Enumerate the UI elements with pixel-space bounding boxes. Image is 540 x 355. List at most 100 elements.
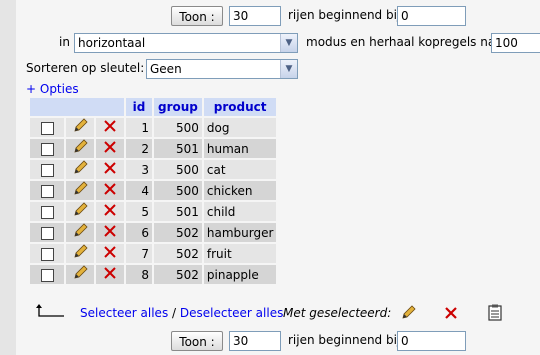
row-checkbox-cell (30, 223, 64, 242)
sort-key-value: Geen (150, 62, 182, 76)
delete-cell (96, 265, 124, 284)
cell-group: 501 (154, 202, 202, 221)
cell-id: 1 (126, 118, 152, 137)
repeat-headers-input[interactable]: 100 (491, 33, 540, 53)
row-checkbox[interactable] (40, 268, 54, 282)
edit-cell (66, 265, 94, 284)
column-header-group[interactable]: group (154, 98, 202, 116)
delete-icon[interactable] (103, 140, 117, 157)
sort-key-select[interactable]: Geen ▼ (146, 59, 298, 79)
table-row[interactable]: 1 500 dog (30, 118, 277, 137)
rows-start-label-top: rijen beginnend bij (288, 8, 401, 22)
delete-icon[interactable] (103, 245, 117, 262)
edit-cell (66, 202, 94, 221)
bulk-select-links: Selecteer alles / Deselecteer alles (80, 303, 283, 323)
table-row[interactable]: 4 500 chicken (30, 181, 277, 200)
row-checkbox-cell (30, 244, 64, 263)
bulk-edit-pencil-icon[interactable] (400, 305, 416, 321)
repeat-headers-label: modus en herhaal kopregels na (306, 35, 496, 49)
edit-cell (66, 181, 94, 200)
edit-pencil-icon[interactable] (72, 223, 88, 242)
table-row[interactable]: 3 500 cat (30, 160, 277, 179)
chevron-down-icon[interactable]: ▼ (280, 34, 297, 52)
cell-group: 501 (154, 139, 202, 158)
start-row-input-bottom[interactable]: 0 (397, 331, 466, 351)
cell-group: 502 (154, 265, 202, 284)
table-row[interactable]: 7 502 fruit (30, 244, 277, 263)
cell-id: 2 (126, 139, 152, 158)
cell-product: child (203, 202, 277, 221)
left-sidebar-edge (0, 0, 16, 355)
row-checkbox-cell (30, 202, 64, 221)
row-checkbox-cell (30, 265, 64, 284)
table-row[interactable]: 6 502 hamburger (30, 223, 277, 242)
edit-pencil-icon[interactable] (72, 202, 88, 221)
delete-icon[interactable] (103, 224, 117, 241)
deselect-all-link[interactable]: Deselecteer alles (180, 306, 283, 320)
select-separator: / (168, 306, 180, 320)
cell-group: 502 (154, 244, 202, 263)
row-checkbox[interactable] (40, 184, 54, 198)
edit-pencil-icon[interactable] (72, 118, 88, 137)
column-header-product[interactable]: product (203, 98, 277, 116)
rows-count-input-top[interactable]: 30 (229, 6, 281, 26)
delete-cell (96, 118, 124, 137)
delete-icon[interactable] (103, 161, 117, 178)
edit-cell (66, 244, 94, 263)
edit-pencil-icon[interactable] (72, 181, 88, 200)
chevron-down-icon[interactable]: ▼ (280, 60, 297, 78)
export-clipboard-icon[interactable] (487, 304, 503, 321)
delete-icon[interactable] (103, 119, 117, 136)
sort-key-label: Sorteren op sleutel: (26, 61, 145, 75)
arrow-up-left-icon (36, 304, 64, 317)
cell-id: 5 (126, 202, 152, 221)
cell-product: pinapple (203, 265, 277, 284)
cell-product: human (203, 139, 277, 158)
row-checkbox[interactable] (40, 163, 54, 177)
cell-id: 4 (126, 181, 152, 200)
with-selected-label: Met geselecteerd: (283, 306, 392, 320)
row-checkbox[interactable] (40, 226, 54, 240)
edit-cell (66, 118, 94, 137)
row-checkbox[interactable] (40, 142, 54, 156)
row-checkbox[interactable] (40, 247, 54, 261)
cell-product: chicken (203, 181, 277, 200)
select-all-link[interactable]: Selecteer alles (80, 306, 168, 320)
delete-cell (96, 202, 124, 221)
delete-cell (96, 181, 124, 200)
cell-id: 8 (126, 265, 152, 284)
cell-group: 500 (154, 160, 202, 179)
display-mode-select[interactable]: horizontaal ▼ (74, 33, 298, 53)
delete-icon[interactable] (103, 182, 117, 199)
table-header-row: id group product (30, 98, 277, 116)
results-table: id group product 1 500 dog 2 501 human 3 500 cat… (28, 96, 278, 286)
cell-product: cat (203, 160, 277, 179)
row-checkbox[interactable] (40, 121, 54, 135)
edit-pencil-icon[interactable] (72, 139, 88, 158)
rows-count-input-bottom[interactable]: 30 (229, 331, 281, 351)
table-row[interactable]: 5 501 child (30, 202, 277, 221)
start-row-input-top[interactable]: 0 (397, 6, 466, 26)
delete-cell (96, 160, 124, 179)
delete-icon[interactable] (103, 203, 117, 220)
table-row[interactable]: 8 502 pinapple (30, 265, 277, 284)
row-checkbox-cell (30, 118, 64, 137)
show-button-top[interactable]: Toon : (171, 6, 223, 26)
cell-product: dog (203, 118, 277, 137)
edit-pencil-icon[interactable] (72, 265, 88, 284)
delete-cell (96, 139, 124, 158)
edit-cell (66, 139, 94, 158)
table-row[interactable]: 2 501 human (30, 139, 277, 158)
cell-product: hamburger (203, 223, 277, 242)
edit-cell (66, 223, 94, 242)
display-mode-value: horizontaal (78, 36, 146, 50)
edit-pencil-icon[interactable] (72, 160, 88, 179)
row-checkbox[interactable] (40, 205, 54, 219)
cell-id: 3 (126, 160, 152, 179)
column-header-id[interactable]: id (126, 98, 152, 116)
bulk-delete-icon[interactable] (444, 306, 458, 320)
show-button-bottom[interactable]: Toon : (171, 331, 223, 351)
delete-icon[interactable] (103, 266, 117, 283)
cell-id: 7 (126, 244, 152, 263)
edit-pencil-icon[interactable] (72, 244, 88, 263)
